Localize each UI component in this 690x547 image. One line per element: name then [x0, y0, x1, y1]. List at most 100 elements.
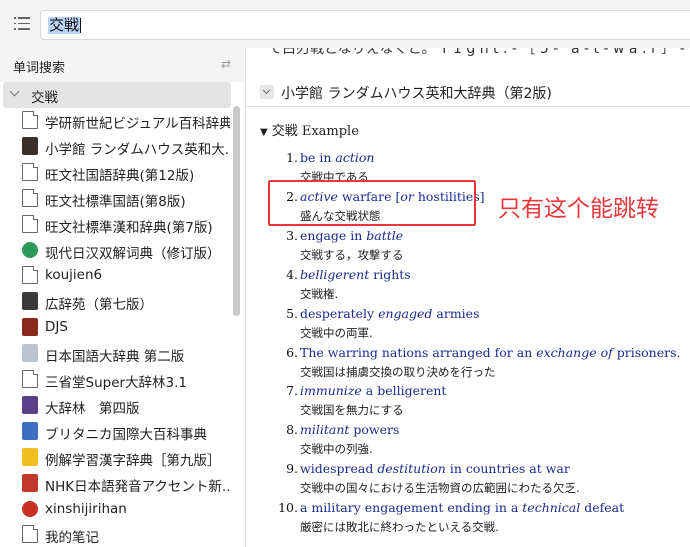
example-english-link[interactable]: desperately engaged armies: [300, 306, 480, 321]
sidebar: 单词搜索 ⇄ 交戦 学研新世紀ビジュアル百科辞典 小学館 ランダムハウス英和大..…: [0, 48, 246, 547]
sidebar-item-label: 旺文社標準漢和辞典(第7版): [45, 219, 213, 236]
document-icon: [22, 214, 38, 233]
swap-icon[interactable]: ⇄: [221, 57, 231, 71]
example-number: 10.: [278, 500, 298, 516]
menu-list-icon[interactable]: [14, 17, 30, 31]
previous-entry-text: て白刃戦となりえなくと。 Y 1 g h t . - ［ 5 - ' a - t…: [268, 48, 685, 57]
example-translation: 交戦国は捕虜交換の取り決めを行った: [300, 364, 496, 379]
sidebar-item-label: 旺文社国語辞典(第12版): [45, 167, 195, 184]
example-number: 9.: [286, 461, 298, 477]
dictionary-title: 小学館 ランダムハウス英和大辞典（第2版): [281, 86, 552, 102]
example-number: 4.: [286, 266, 298, 282]
example-english-link[interactable]: be in action: [300, 150, 374, 165]
chevron-down-icon[interactable]: [260, 85, 274, 99]
sidebar-item[interactable]: 広辞苑（第七版）: [20, 289, 232, 314]
book-cover-icon: [22, 318, 38, 337]
sidebar-item-label: 三省堂Super大辞林3.1: [45, 375, 188, 391]
sidebar-item-label: DJS: [45, 319, 68, 336]
sidebar-item[interactable]: 现代日汉双解词典（修订版）: [20, 238, 232, 263]
book-cover-icon: [22, 292, 38, 311]
triangle-down-icon: ▼: [260, 127, 268, 138]
sidebar-item[interactable]: 学研新世紀ビジュアル百科辞典: [20, 108, 232, 133]
example-number: 7.: [286, 383, 298, 399]
example-translation: 厳密には敗北に終わったといえる交戦.: [300, 520, 499, 535]
book-cover-icon: [22, 344, 38, 363]
example-number: 6.: [286, 344, 298, 360]
word-group-row[interactable]: 交戦: [3, 82, 231, 108]
example-english-link[interactable]: The warring nations arranged for an exch…: [300, 345, 680, 360]
highlight-box: [268, 180, 476, 226]
search-input[interactable]: 交戦: [40, 10, 690, 40]
sidebar-item-label: 例解学習漢字辞典［第九版］: [45, 452, 221, 469]
sidebar-item-label: ブリタニカ国際大百科事典: [45, 426, 207, 443]
example-number: 3.: [286, 227, 298, 243]
example-english-link[interactable]: belligerent rights: [300, 267, 411, 282]
sidebar-item[interactable]: 日本国語大辞典 第二版: [20, 341, 232, 366]
annotation-text: 只有这个能跳转: [498, 196, 659, 222]
document-icon: [22, 266, 38, 285]
dictionary-header[interactable]: 小学館 ランダムハウス英和大辞典（第2版): [260, 82, 690, 106]
top-bar: 交戦: [0, 0, 690, 48]
sidebar-item[interactable]: ブリタニカ国際大百科事典: [20, 419, 232, 444]
sidebar-item-label: 旺文社標準国語(第8版): [45, 193, 186, 210]
sidebar-item[interactable]: 旺文社標準漢和辞典(第7版): [20, 212, 232, 237]
red-circle-icon: [22, 500, 38, 517]
sidebar-item-label: 広辞苑（第七版）: [45, 297, 153, 314]
example-translation: 交戦する，攻撃する: [300, 247, 404, 262]
sidebar-item[interactable]: 例解学習漢字辞典［第九版］: [20, 445, 232, 470]
example-number: 1.: [286, 150, 298, 165]
example-translation: 交戦中の国々における生活物資の広範囲にわたる欠乏.: [300, 481, 580, 496]
sidebar-item-label: 大辞林 第四版: [45, 400, 140, 417]
example-translation: 交戦国を無力にする: [300, 403, 404, 418]
sidebar-item[interactable]: 大辞林 第四版: [20, 393, 232, 418]
example-number: 8.: [286, 422, 298, 438]
document-icon: [22, 162, 38, 181]
example-english-link[interactable]: engage in battle: [300, 228, 403, 243]
sidebar-item-label: 学研新世紀ビジュアル百科辞典: [45, 116, 230, 132]
sidebar-item[interactable]: NHK日本語発音アクセント新...: [20, 471, 232, 496]
chevron-down-icon: [9, 86, 20, 97]
sidebar-item[interactable]: 三省堂Super大辞林3.1: [20, 367, 232, 392]
word-group-label: 交戦: [31, 90, 58, 106]
text-caret: [80, 18, 81, 33]
britannica-icon: [22, 421, 38, 440]
book-cover-icon: [22, 473, 38, 492]
sidebar-item[interactable]: 我的笔记: [20, 522, 232, 547]
sidebar-item[interactable]: koujien6: [20, 263, 232, 288]
search-query: 交戦: [48, 16, 81, 34]
example-english-link[interactable]: a military engagement ending in a techni…: [300, 500, 624, 515]
divider: [246, 106, 690, 107]
sidebar-item[interactable]: DJS: [20, 315, 232, 340]
document-icon: [22, 111, 38, 129]
example-translation: 交戦中の列強.: [300, 442, 373, 457]
example-english-link[interactable]: militant powers: [300, 422, 399, 437]
sidebar-item-label: koujien6: [45, 267, 103, 284]
sidebar-item[interactable]: 旺文社標準国語(第8版): [20, 186, 232, 211]
example-english-link[interactable]: immunize a belligerent: [300, 383, 446, 398]
sidebar-item-label: 现代日汉双解词典（修订版）: [45, 245, 221, 262]
example-english-link[interactable]: widespread destitution in countries at w…: [300, 461, 570, 476]
sidebar-scrollbar[interactable]: [233, 106, 240, 316]
entry-heading[interactable]: ▼ 交戦 Example: [260, 120, 359, 139]
sidebar-header: 单词搜索 ⇄: [0, 48, 245, 82]
book-cover-icon: [22, 447, 38, 466]
document-icon: [22, 370, 38, 388]
sidebar-item[interactable]: 小学館 ランダムハウス英和大...: [20, 134, 232, 159]
sidebar-title: 单词搜索: [13, 61, 66, 76]
sidebar-item-label: NHK日本語発音アクセント新...: [45, 478, 230, 495]
entry-heading-label: 交戦 Example: [271, 124, 359, 139]
example-number: 5.: [286, 305, 298, 321]
example-translation: 交戦権.: [300, 286, 339, 301]
book-cover-icon: [22, 136, 38, 155]
sidebar-item-label: 我的笔记: [45, 530, 99, 547]
sidebar-item[interactable]: 旺文社国語辞典(第12版): [20, 160, 232, 185]
dictionary-content: て白刃戦となりえなくと。 Y 1 g h t . - ［ 5 - ' a - t…: [246, 48, 690, 547]
sidebar-item-label: 日本国語大辞典 第二版: [45, 349, 185, 366]
book-cover-icon: [22, 395, 38, 414]
sidebar-item-label: xinshijirihan: [45, 500, 127, 517]
example-translation: 交戦中の両軍.: [300, 325, 373, 340]
sidebar-item[interactable]: xinshijirihan: [20, 497, 232, 522]
green-circle-icon: [22, 241, 38, 258]
sidebar-item-label: 小学館 ランダムハウス英和大...: [45, 141, 230, 158]
document-icon: [22, 525, 38, 544]
